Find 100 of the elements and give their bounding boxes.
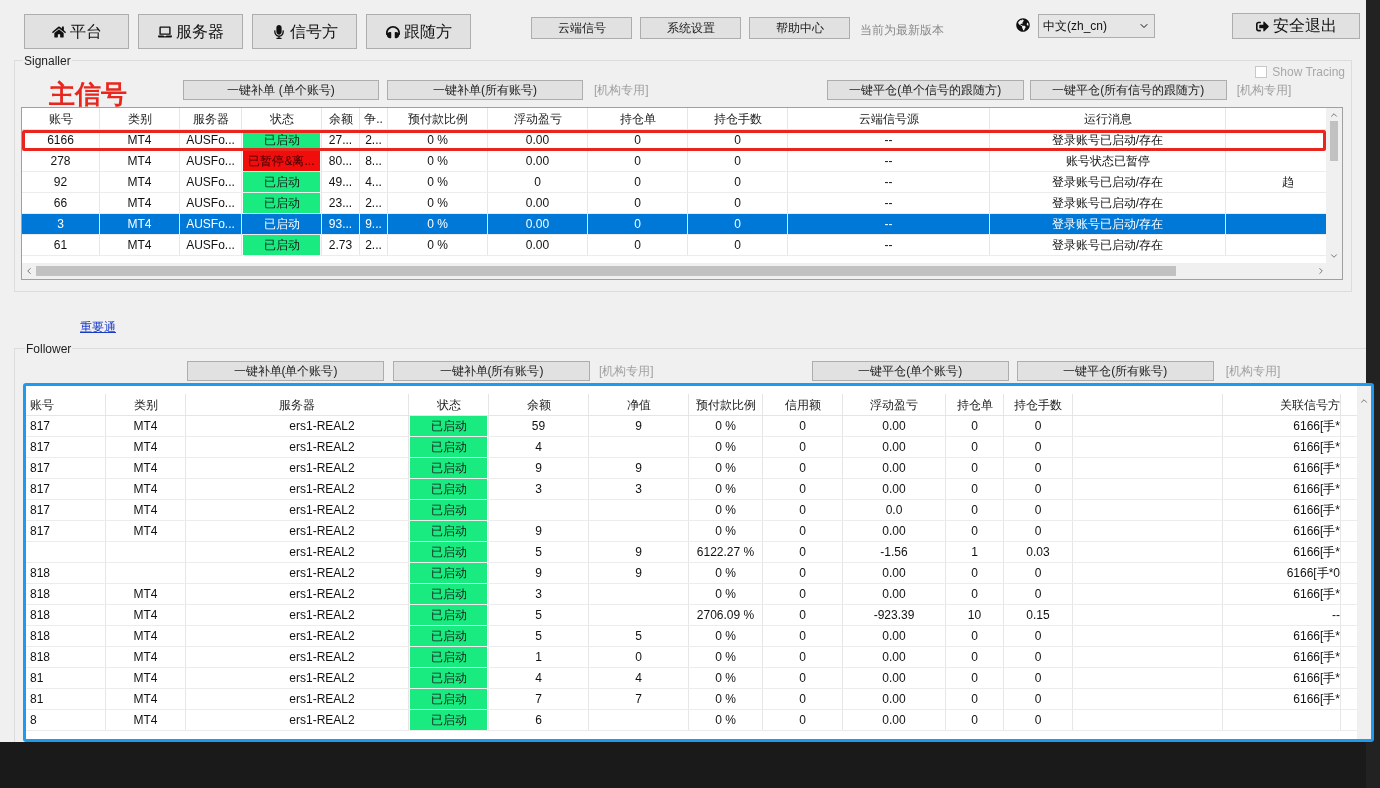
status-cell: 已启动 — [410, 521, 487, 541]
action-button[interactable]: 一键补单(所有账号) — [387, 80, 583, 100]
exit-icon — [1255, 19, 1269, 33]
table-cell-text: ers1-REAL2 — [288, 418, 355, 435]
nav-button[interactable]: 跟随方 — [366, 14, 471, 49]
table-cell-text: 0 — [971, 649, 978, 666]
table-cell-text: AUSFo... — [186, 174, 235, 191]
table-cell-text: 0 — [634, 153, 641, 170]
column-header[interactable]: 状态 — [269, 109, 294, 128]
scroll-thumb[interactable] — [1330, 120, 1338, 161]
column-header[interactable]: 持仓手数 — [713, 109, 762, 128]
table-cell-text: 0 — [634, 216, 641, 233]
notice-link[interactable]: 重要通 — [80, 318, 116, 336]
nav-button[interactable]: 平台 — [24, 14, 129, 49]
column-header[interactable]: 浮动盈亏 — [870, 395, 918, 414]
column-header[interactable]: 账号 — [48, 109, 73, 128]
column-header[interactable]: 云端信号源 — [858, 109, 919, 128]
status-cell: 已启动 — [410, 710, 487, 730]
logout-button[interactable]: 安全退出 — [1232, 13, 1360, 39]
column-header[interactable]: 运行消息 — [1083, 109, 1132, 128]
table-cell-text: 818 — [30, 586, 51, 603]
table-row[interactable]: 278 MT4 AUSFo... 已暂停&离... 80... 8... 0 % 0.00 0 0 -- 账号状态已暂停 — [22, 151, 1326, 172]
column-header[interactable]: 持仓单 — [619, 109, 656, 128]
table-cell-text: 0 — [799, 586, 806, 603]
column-header[interactable]: 账号 — [30, 395, 54, 414]
table-cell-text: MT4 — [127, 153, 152, 170]
table-row[interactable]: 6166 MT4 AUSFo... 已启动 27... 2... 0 % 0.00 0 0 -- 登录账号已启动/存在 — [22, 130, 1326, 151]
table-cell-text: ers1-REAL2 — [288, 649, 355, 666]
table-cell-text: 0.00 — [882, 670, 906, 687]
chevron-up-icon[interactable] — [1359, 396, 1369, 406]
table-cell-text: 0.00 — [882, 586, 906, 603]
action-button[interactable]: 一键平仓(所有信号的跟随方) — [1029, 80, 1227, 100]
table-cell-text: AUSFo... — [186, 237, 235, 254]
status-cell: 已启动 — [410, 605, 487, 625]
action-button[interactable]: 帮助中心 — [749, 17, 850, 39]
table-cell-text: 6166[手* — [1293, 628, 1340, 645]
scroll-thumb[interactable] — [36, 266, 1176, 276]
action-button[interactable]: 云端信号 — [531, 17, 632, 39]
table-cell-text: 0.00 — [525, 237, 550, 254]
nav-button[interactable]: 信号方 — [252, 14, 357, 49]
column-header[interactable]: 预付款比例 — [695, 395, 756, 414]
chevron-up-icon[interactable] — [1329, 110, 1339, 120]
column-header[interactable]: 持仓单 — [956, 395, 993, 414]
table-cell-text: 9... — [365, 216, 382, 233]
table-cell-text: 818 — [30, 628, 51, 645]
table-cell-text: 0 — [799, 649, 806, 666]
action-button[interactable]: 系统设置 — [640, 17, 741, 39]
chevron-right-icon[interactable] — [1316, 266, 1326, 276]
chevron-left-icon[interactable] — [24, 266, 34, 276]
table-row[interactable]: 92 MT4 AUSFo... 已启动 49... 4... 0 % 0 0 0 -- 登录账号已启动/存在 趋 — [22, 172, 1326, 193]
chevron-down-icon[interactable] — [1329, 251, 1339, 261]
status-cell: 已启动 — [410, 500, 487, 520]
table-row[interactable]: 3 MT4 AUSFo... 已启动 93... 9... 0 % 0.00 0 0 -- 登录账号已启动/存在 — [22, 214, 1326, 235]
column-header[interactable]: 关联信号方 — [1280, 395, 1340, 414]
nav-button[interactable]: 服务器 — [138, 14, 243, 49]
table-cell-text: 1 — [971, 544, 978, 561]
vertical-scrollbar[interactable] — [1326, 108, 1342, 263]
table-cell-text: 0 — [799, 628, 806, 645]
column-header[interactable]: 服务器 — [192, 109, 229, 128]
column-header[interactable]: 类别 — [127, 109, 152, 128]
table-cell-text: 92 — [53, 174, 68, 191]
table-cell-text: 0 % — [427, 174, 448, 191]
action-button[interactable]: 一键平仓(单个信号的跟随方) — [826, 80, 1024, 100]
table-cell-text: MT4 — [127, 216, 152, 233]
table-cell-text: ers1-REAL2 — [288, 565, 355, 582]
column-header[interactable]: 余额 — [526, 395, 551, 414]
language-select[interactable]: 中文(zh_cn) — [1038, 14, 1155, 38]
column-header[interactable]: 浮动盈亏 — [513, 109, 562, 128]
table-cell-text: 0 — [1034, 691, 1042, 708]
action-button[interactable]: 一键补单(单个账号) — [187, 361, 384, 381]
column-header[interactable]: 净值 — [626, 395, 651, 414]
column-header[interactable]: 余额 — [328, 109, 353, 128]
table-cell-text: 0.00 — [525, 153, 550, 170]
home-icon — [51, 24, 66, 39]
table-row[interactable]: 66 MT4 AUSFo... 已启动 23... 2... 0 % 0.00 0 0 -- 登录账号已启动/存在 — [22, 193, 1326, 214]
column-header[interactable]: 信用额 — [784, 395, 821, 414]
status-cell: 已启动 — [243, 172, 320, 192]
table-cell-text: AUSFo... — [186, 216, 235, 233]
table-cell-text: 登录账号已启动/存在 — [1051, 216, 1164, 233]
table-cell-text: 6166[手*0 — [1286, 565, 1340, 582]
column-header[interactable]: 持仓手数 — [1014, 395, 1062, 414]
action-button[interactable]: 一键平仓(单个账号) — [811, 361, 1009, 381]
column-header[interactable]: 预付款比例 — [407, 109, 468, 128]
action-button[interactable]: 一键平仓(所有账号) — [1016, 361, 1214, 381]
table-cell-text: 0 — [734, 195, 741, 212]
action-button[interactable]: 一键补单 (单个账号) — [183, 80, 379, 100]
column-header[interactable]: 争.. — [364, 109, 383, 128]
status-cell: 已启动 — [410, 647, 487, 667]
vertical-scrollbar[interactable] — [1357, 386, 1371, 739]
table-cell-text: 9 — [635, 460, 642, 477]
column-header[interactable]: 服务器 — [279, 395, 315, 414]
table-cell-text: 9 — [635, 544, 642, 561]
table-cell-text: -923.39 — [873, 607, 915, 624]
table-cell-text: 0 — [971, 628, 978, 645]
column-header[interactable]: 状态 — [436, 395, 461, 414]
table-cell-text: AUSFo... — [186, 132, 235, 149]
column-header[interactable]: 类别 — [133, 395, 158, 414]
horizontal-scrollbar[interactable] — [22, 263, 1342, 279]
action-button[interactable]: 一键补单(所有账号) — [393, 361, 590, 381]
table-row[interactable]: 61 MT4 AUSFo... 已启动 2.73 2... 0 % 0.00 0 0 -- 登录账号已启动/存在 — [22, 235, 1326, 256]
